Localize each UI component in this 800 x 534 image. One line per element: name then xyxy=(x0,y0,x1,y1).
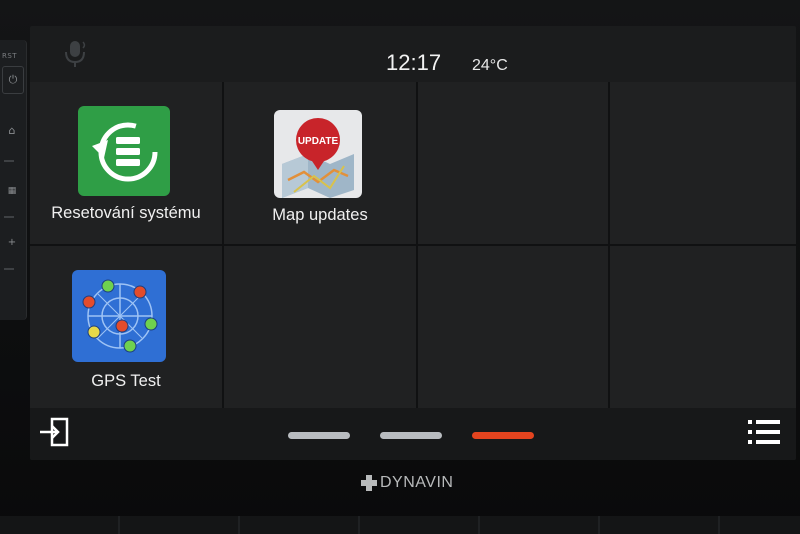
empty-tile xyxy=(418,82,608,244)
app-label: Resetování systému xyxy=(51,204,201,222)
page-indicator-3[interactable] xyxy=(472,432,534,439)
power-button[interactable]: ⏻ xyxy=(2,66,24,94)
brand-name: DYNAVIN xyxy=(380,474,454,491)
page-indicator-2[interactable] xyxy=(380,432,442,439)
bottom-nav-bar xyxy=(30,408,796,460)
app-label: GPS Test xyxy=(91,372,161,390)
app-label: Map updates xyxy=(272,206,368,224)
page-indicator-1[interactable] xyxy=(288,432,350,439)
side-divider xyxy=(4,268,14,270)
volume-up-hw-button[interactable]: + xyxy=(2,230,22,256)
menu-list-icon[interactable] xyxy=(746,416,782,448)
status-bar: 12:17 24°C xyxy=(30,26,796,82)
empty-tile xyxy=(610,82,796,244)
rst-label: RST xyxy=(2,52,18,60)
head-unit-screen: 12:17 24°C Resetování systému UPDATE Map… xyxy=(30,26,796,460)
brand-cross-icon xyxy=(361,475,377,491)
app-grid: Resetování systému UPDATE Map updates GP… xyxy=(30,82,796,410)
temperature: 24°C xyxy=(472,57,508,74)
empty-tile xyxy=(610,246,796,410)
exit-icon[interactable] xyxy=(38,416,70,448)
side-divider xyxy=(4,216,14,218)
empty-tile xyxy=(418,246,608,410)
home-hw-button[interactable]: ⌂ xyxy=(2,118,22,144)
brand-logo: DYNAVIN xyxy=(360,474,453,492)
side-divider xyxy=(4,160,14,162)
app-tile-gps-test[interactable]: GPS Test xyxy=(30,246,222,410)
empty-tile xyxy=(224,246,416,410)
voice-mic-icon[interactable] xyxy=(62,38,88,68)
gps-test-icon xyxy=(72,270,166,362)
dashboard-trim xyxy=(0,516,800,534)
apps-hw-button[interactable]: ▦ xyxy=(2,178,22,204)
map-update-icon: UPDATE xyxy=(274,110,362,198)
system-reset-icon xyxy=(78,106,170,196)
clock: 12:17 xyxy=(386,50,442,75)
app-tile-system-reset[interactable]: Resetování systému xyxy=(30,82,222,244)
app-tile-map-updates[interactable]: UPDATE Map updates xyxy=(224,82,416,244)
svg-text:UPDATE: UPDATE xyxy=(298,136,339,147)
